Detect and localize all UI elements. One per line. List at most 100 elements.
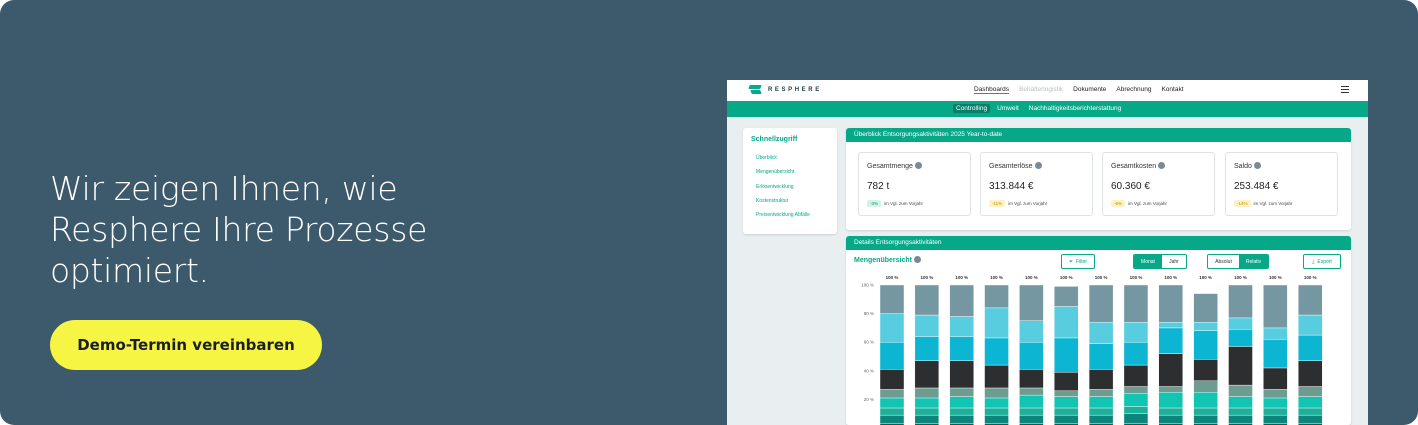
- bar-segment[interactable]: [1298, 386, 1323, 397]
- bar-segment[interactable]: [914, 397, 940, 409]
- toggle-jahr[interactable]: Jahr: [1162, 255, 1186, 268]
- bar-segment[interactable]: [1263, 397, 1288, 409]
- bar-segment[interactable]: [1298, 334, 1323, 361]
- bar-segment[interactable]: [1158, 386, 1183, 393]
- bar-segment[interactable]: [914, 387, 940, 399]
- bar-segment[interactable]: [1088, 414, 1114, 424]
- bar-segment[interactable]: [1019, 407, 1044, 416]
- bar-segment[interactable]: [1158, 414, 1183, 424]
- bar-segment[interactable]: [1298, 414, 1323, 424]
- bar-segment[interactable]: [949, 284, 974, 317]
- bar-segment[interactable]: [914, 314, 940, 337]
- bar-segment[interactable]: [1088, 343, 1114, 370]
- bar-segment[interactable]: [1088, 396, 1114, 409]
- bar-segment[interactable]: [1019, 394, 1044, 409]
- bar-segment[interactable]: [984, 387, 1009, 399]
- filter-button[interactable]: ⏷ Filter: [1061, 254, 1095, 269]
- bar-segment[interactable]: [1228, 407, 1253, 416]
- bar-segment[interactable]: [879, 313, 905, 343]
- bar-segment[interactable]: [984, 284, 1009, 309]
- bar-segment[interactable]: [1228, 317, 1253, 330]
- bar-segment[interactable]: [914, 284, 940, 316]
- bar-segment[interactable]: [879, 397, 905, 409]
- nav-kontakt[interactable]: Kontakt: [1161, 86, 1183, 93]
- bar-segment[interactable]: [1054, 407, 1079, 416]
- bar-segment[interactable]: [1019, 284, 1044, 321]
- bar-segment[interactable]: [1054, 414, 1079, 424]
- bar-segment[interactable]: [1088, 407, 1114, 416]
- quick-link-erloesentwicklung[interactable]: Erlösentwicklung: [756, 184, 810, 198]
- demo-booking-button[interactable]: Demo-Termin vereinbaren: [50, 320, 322, 370]
- bar-segment[interactable]: [1158, 392, 1183, 409]
- bar-segment[interactable]: [1088, 369, 1114, 390]
- quick-link-mengenuebersicht[interactable]: Mengenübersicht: [756, 169, 810, 183]
- bar-segment[interactable]: [984, 414, 1009, 424]
- bar-segment[interactable]: [1019, 320, 1044, 343]
- bar-segment[interactable]: [1298, 407, 1323, 416]
- bar-segment[interactable]: [879, 284, 905, 314]
- info-icon[interactable]: [1253, 162, 1261, 169]
- bar-segment[interactable]: [1158, 407, 1183, 416]
- quick-link-ueberblick[interactable]: Überblick: [756, 155, 810, 169]
- bar-segment[interactable]: [1054, 372, 1079, 392]
- nav-behaelterlogistik[interactable]: Behälterlogistik: [1019, 86, 1063, 93]
- bar-segment[interactable]: [1193, 407, 1218, 416]
- bar-segment[interactable]: [914, 336, 940, 361]
- bar-segment[interactable]: [1158, 327, 1183, 354]
- bar-segment[interactable]: [1088, 321, 1114, 344]
- bar-segment[interactable]: [1298, 360, 1323, 387]
- bar-segment[interactable]: [1019, 387, 1044, 396]
- bar-segment[interactable]: [1123, 341, 1149, 366]
- bar-segment[interactable]: [1298, 396, 1323, 409]
- bar-segment[interactable]: [1263, 389, 1288, 399]
- bar-segment[interactable]: [879, 414, 905, 424]
- bar-segment[interactable]: [1193, 359, 1218, 382]
- bar-segment[interactable]: [1158, 321, 1183, 329]
- bar-segment[interactable]: [1263, 284, 1288, 329]
- bar-segment[interactable]: [1298, 284, 1323, 316]
- bar-segment[interactable]: [1054, 396, 1079, 409]
- nav-dashboards[interactable]: Dashboards: [974, 86, 1009, 93]
- bar-segment[interactable]: [1193, 414, 1218, 424]
- bar-segment[interactable]: [1054, 286, 1079, 307]
- bar-segment[interactable]: [984, 307, 1009, 339]
- bar-segment[interactable]: [1019, 414, 1044, 424]
- hamburger-menu-icon[interactable]: [1341, 86, 1349, 93]
- bar-segment[interactable]: [1228, 384, 1253, 397]
- nav-dokumente[interactable]: Dokumente: [1073, 86, 1106, 93]
- info-icon[interactable]: [914, 162, 922, 169]
- bar-segment[interactable]: [984, 397, 1009, 409]
- info-icon[interactable]: [913, 256, 921, 263]
- bar-segment[interactable]: [1228, 414, 1253, 424]
- toggle-relativ[interactable]: Relativ: [1239, 255, 1268, 268]
- bar-segment[interactable]: [1298, 314, 1323, 336]
- bar-segment[interactable]: [1228, 396, 1253, 409]
- bar-segment[interactable]: [949, 387, 974, 397]
- tab-nachhaltigkeit[interactable]: Nachhaltigkeitsberichterstattung: [1026, 104, 1125, 113]
- bar-segment[interactable]: [949, 336, 974, 361]
- tab-controlling[interactable]: Controlling: [953, 104, 991, 113]
- bar-segment[interactable]: [984, 337, 1009, 366]
- bar-segment[interactable]: [1263, 367, 1288, 390]
- bar-segment[interactable]: [1054, 337, 1079, 373]
- toggle-absolut[interactable]: Absolut: [1208, 255, 1239, 268]
- bar-segment[interactable]: [949, 396, 974, 409]
- bar-segment[interactable]: [949, 316, 974, 337]
- bar-segment[interactable]: [1263, 339, 1288, 369]
- bar-segment[interactable]: [1123, 284, 1149, 323]
- bar-segment[interactable]: [1228, 329, 1253, 347]
- info-icon[interactable]: [1034, 162, 1042, 169]
- bar-segment[interactable]: [1054, 390, 1079, 397]
- bar-segment[interactable]: [1088, 284, 1114, 323]
- tab-umwelt[interactable]: Umwelt: [994, 104, 1022, 113]
- bar-segment[interactable]: [1263, 327, 1288, 340]
- bar-segment[interactable]: [879, 389, 905, 399]
- bar-segment[interactable]: [1123, 321, 1149, 343]
- bar-segment[interactable]: [1123, 393, 1149, 407]
- bar-segment[interactable]: [1054, 306, 1079, 339]
- bar-segment[interactable]: [879, 407, 905, 416]
- bar-segment[interactable]: [1193, 380, 1218, 393]
- bar-segment[interactable]: [1228, 346, 1253, 386]
- bar-segment[interactable]: [1123, 386, 1149, 394]
- bar-segment[interactable]: [914, 414, 940, 424]
